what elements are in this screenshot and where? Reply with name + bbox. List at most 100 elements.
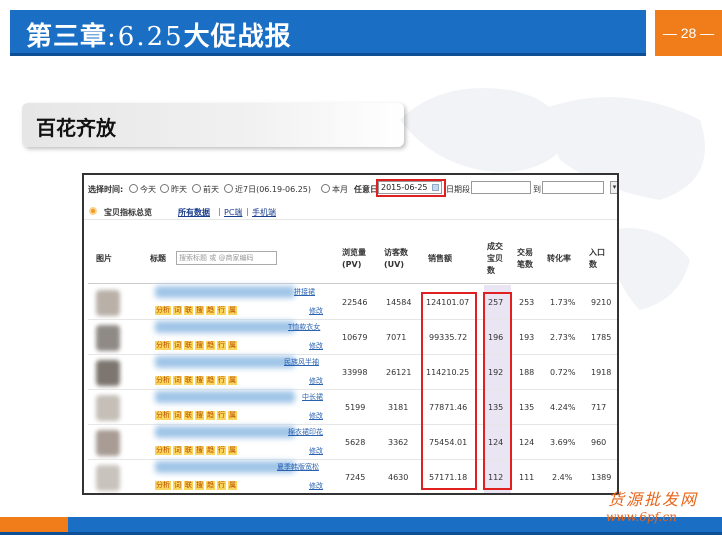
tab-mobile[interactable]: 手机端 — [252, 207, 276, 218]
section-tag-label: 百花齐放 — [36, 116, 116, 140]
link-button[interactable]: 联 — [184, 446, 193, 455]
watermark-url: www.6pf.cn — [606, 510, 677, 524]
header-sales: 销售额 — [428, 254, 452, 263]
trend-button[interactable]: 趋 — [206, 376, 215, 385]
cell-entry: 1785 — [591, 333, 612, 342]
cell-pv: 7245 — [345, 473, 366, 482]
product-thumbnail[interactable] — [96, 465, 120, 491]
product-title-link[interactable]: 棉衣裙印花 — [288, 427, 323, 437]
product-title-blurred — [155, 286, 295, 298]
data-tabs: 宝贝指标总览 所有数据 | PC端 | 手机端 — [84, 204, 617, 220]
header-pv: 浏览量(PV) — [342, 248, 366, 269]
edit-link[interactable]: 修改 — [309, 376, 323, 386]
radio-today[interactable]: 今天 — [129, 184, 156, 195]
tab-pc[interactable]: PC端 — [224, 207, 242, 218]
attribute-button[interactable]: 属 — [228, 376, 237, 385]
link-button[interactable]: 联 — [184, 306, 193, 315]
product-title-link[interactable]: 中长裙 — [302, 392, 323, 402]
table-row: 民族风半袖 分析词联搜趋行属 修改 33998 26121 114210.25 … — [84, 355, 617, 390]
title-search-input[interactable]: 搜索标题 或 @商家编码 — [176, 251, 277, 265]
trend-button[interactable]: 趋 — [206, 341, 215, 350]
industry-button[interactable]: 行 — [217, 341, 226, 350]
chevron-down-icon[interactable]: ▾ — [610, 181, 617, 194]
attribute-button[interactable]: 属 — [228, 481, 237, 490]
search-button[interactable]: 搜 — [195, 341, 204, 350]
attribute-button[interactable]: 属 — [228, 306, 237, 315]
industry-button[interactable]: 行 — [217, 411, 226, 420]
product-title-link[interactable]: 民族风半袖 — [284, 357, 319, 367]
cell-entry: 9210 — [591, 298, 612, 307]
attribute-button[interactable]: 属 — [228, 446, 237, 455]
search-button[interactable]: 搜 — [195, 446, 204, 455]
analyze-button[interactable]: 分析 — [155, 306, 171, 315]
search-button[interactable]: 搜 — [195, 376, 204, 385]
analyze-button[interactable]: 分析 — [155, 411, 171, 420]
industry-button[interactable]: 行 — [217, 376, 226, 385]
search-button[interactable]: 搜 — [195, 306, 204, 315]
trend-button[interactable]: 趋 — [206, 446, 215, 455]
table-row: 棉衣裙印花 分析词联搜趋行属 修改 5628 3362 75454.01 124… — [84, 425, 617, 460]
footer-accent — [0, 517, 68, 532]
range-start-input[interactable] — [471, 181, 531, 194]
keyword-button[interactable]: 词 — [173, 306, 182, 315]
tab-all-data[interactable]: 所有数据 — [178, 207, 210, 218]
report-screenshot: 选择时间: 今天 昨天 前天 近7日(06.19-06.25) 本月 任意日 2… — [82, 173, 619, 495]
industry-button[interactable]: 行 — [217, 446, 226, 455]
analyze-button[interactable]: 分析 — [155, 446, 171, 455]
radio-day-before[interactable]: 前天 — [192, 184, 219, 195]
cell-deal-count: 135 — [519, 403, 535, 412]
edit-link[interactable]: 修改 — [309, 481, 323, 491]
cell-conversion: 0.72% — [550, 368, 576, 377]
industry-button[interactable]: 行 — [217, 306, 226, 315]
product-title-link[interactable]: 拼接裙 — [294, 287, 315, 297]
product-thumbnail[interactable] — [96, 290, 120, 316]
range-end-input[interactable] — [542, 181, 604, 194]
edit-link[interactable]: 修改 — [309, 306, 323, 316]
edit-link[interactable]: 修改 — [309, 411, 323, 421]
edit-link[interactable]: 修改 — [309, 446, 323, 456]
keyword-button[interactable]: 词 — [173, 411, 182, 420]
product-title-link[interactable]: T恤款衣女 — [288, 322, 320, 332]
attribute-button[interactable]: 属 — [228, 411, 237, 420]
product-title-link[interactable]: 夏季韩版宽松 — [277, 462, 319, 472]
product-title-blurred — [155, 426, 295, 438]
cell-pv: 33998 — [342, 368, 368, 377]
analyze-button[interactable]: 分析 — [155, 341, 171, 350]
radio-yesterday[interactable]: 昨天 — [160, 184, 187, 195]
cell-deal-count: 111 — [519, 473, 535, 482]
analyze-button[interactable]: 分析 — [155, 481, 171, 490]
keyword-button[interactable]: 词 — [173, 446, 182, 455]
search-button[interactable]: 搜 — [195, 481, 204, 490]
cell-pv: 10679 — [342, 333, 368, 342]
footer-line — [0, 532, 722, 535]
cell-pv: 22546 — [342, 298, 368, 307]
trend-button[interactable]: 趋 — [206, 481, 215, 490]
keyword-button[interactable]: 词 — [173, 481, 182, 490]
industry-button[interactable]: 行 — [217, 481, 226, 490]
analyze-button[interactable]: 分析 — [155, 376, 171, 385]
product-title-blurred — [155, 391, 295, 403]
link-button[interactable]: 联 — [184, 341, 193, 350]
attribute-button[interactable]: 属 — [228, 341, 237, 350]
keyword-button[interactable]: 词 — [173, 376, 182, 385]
radio-this-month[interactable]: 本月 — [321, 184, 348, 195]
trend-button[interactable]: 趋 — [206, 411, 215, 420]
link-button[interactable]: 联 — [184, 481, 193, 490]
trend-button[interactable]: 趋 — [206, 306, 215, 315]
radio-last-7-days[interactable]: 近7日(06.19-06.25) — [224, 184, 311, 195]
link-button[interactable]: 联 — [184, 376, 193, 385]
range-to-label: 到 — [533, 185, 541, 194]
product-thumbnail[interactable] — [96, 325, 120, 351]
tab-separator: | — [246, 207, 249, 216]
edit-link[interactable]: 修改 — [309, 341, 323, 351]
product-thumbnail[interactable] — [96, 395, 120, 421]
product-title-blurred — [155, 356, 295, 368]
table-row: 中长裙 分析词联搜趋行属 修改 5199 3181 77871.46 135 1… — [84, 390, 617, 425]
search-button[interactable]: 搜 — [195, 411, 204, 420]
keyword-button[interactable]: 词 — [173, 341, 182, 350]
circle-bullet-icon — [89, 207, 97, 215]
product-thumbnail[interactable] — [96, 430, 120, 456]
link-button[interactable]: 联 — [184, 411, 193, 420]
cell-pv: 5199 — [345, 403, 366, 412]
product-thumbnail[interactable] — [96, 360, 120, 386]
